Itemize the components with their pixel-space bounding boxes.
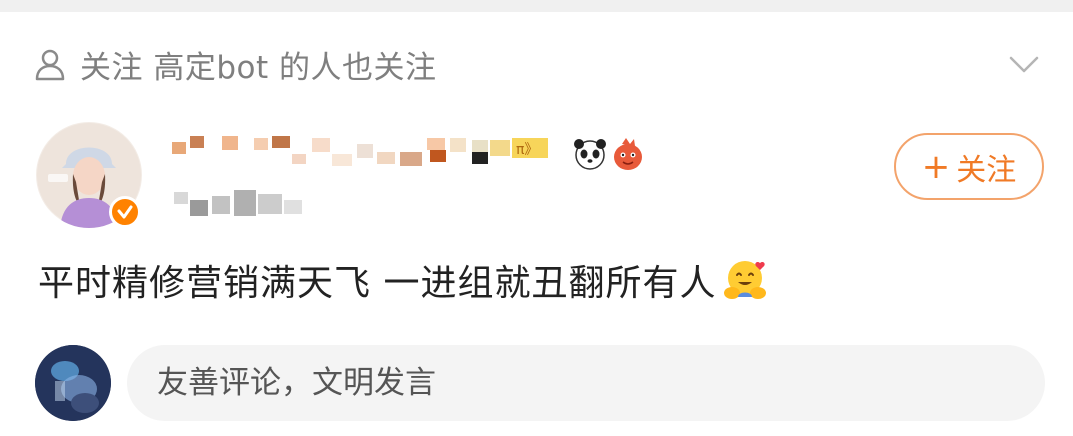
redacted-name-mosaic: π》: [172, 136, 548, 166]
post-body: 平时精修营销满天飞 一进组就丑翻所有人: [38, 263, 717, 304]
follow-button-label: 关注: [956, 152, 1017, 188]
current-user-avatar-image: [35, 345, 111, 421]
svg-text:π》: π》: [516, 142, 538, 158]
author-subtitle: [172, 186, 312, 220]
chevron-down-icon[interactable]: [1006, 46, 1042, 82]
page: 关注 高定bot 的人也关注 π》 + 关注 平时精修营销满天飞 一进组就丑翻所…: [0, 0, 1073, 436]
verified-badge: [109, 196, 141, 228]
plus-icon: +: [921, 146, 951, 187]
panda-icon: [574, 139, 606, 170]
recommend-header[interactable]: 关注 高定bot 的人也关注: [32, 40, 1042, 88]
verified-icon: [117, 205, 133, 219]
current-user-avatar[interactable]: [35, 345, 111, 421]
comment-input[interactable]: [127, 345, 1045, 421]
hugging-face-icon: [724, 261, 767, 299]
top-divider: [0, 0, 1073, 12]
author-name[interactable]: π》: [172, 132, 652, 176]
follow-button[interactable]: + 关注: [894, 133, 1044, 200]
person-icon: [35, 49, 65, 81]
recommend-text: 关注 高定bot 的人也关注: [80, 49, 437, 86]
redacted-subtitle-mosaic: [174, 190, 302, 216]
cartoon-character-icon: [614, 138, 642, 170]
post-text: 平时精修营销满天飞 一进组就丑翻所有人: [38, 250, 938, 310]
